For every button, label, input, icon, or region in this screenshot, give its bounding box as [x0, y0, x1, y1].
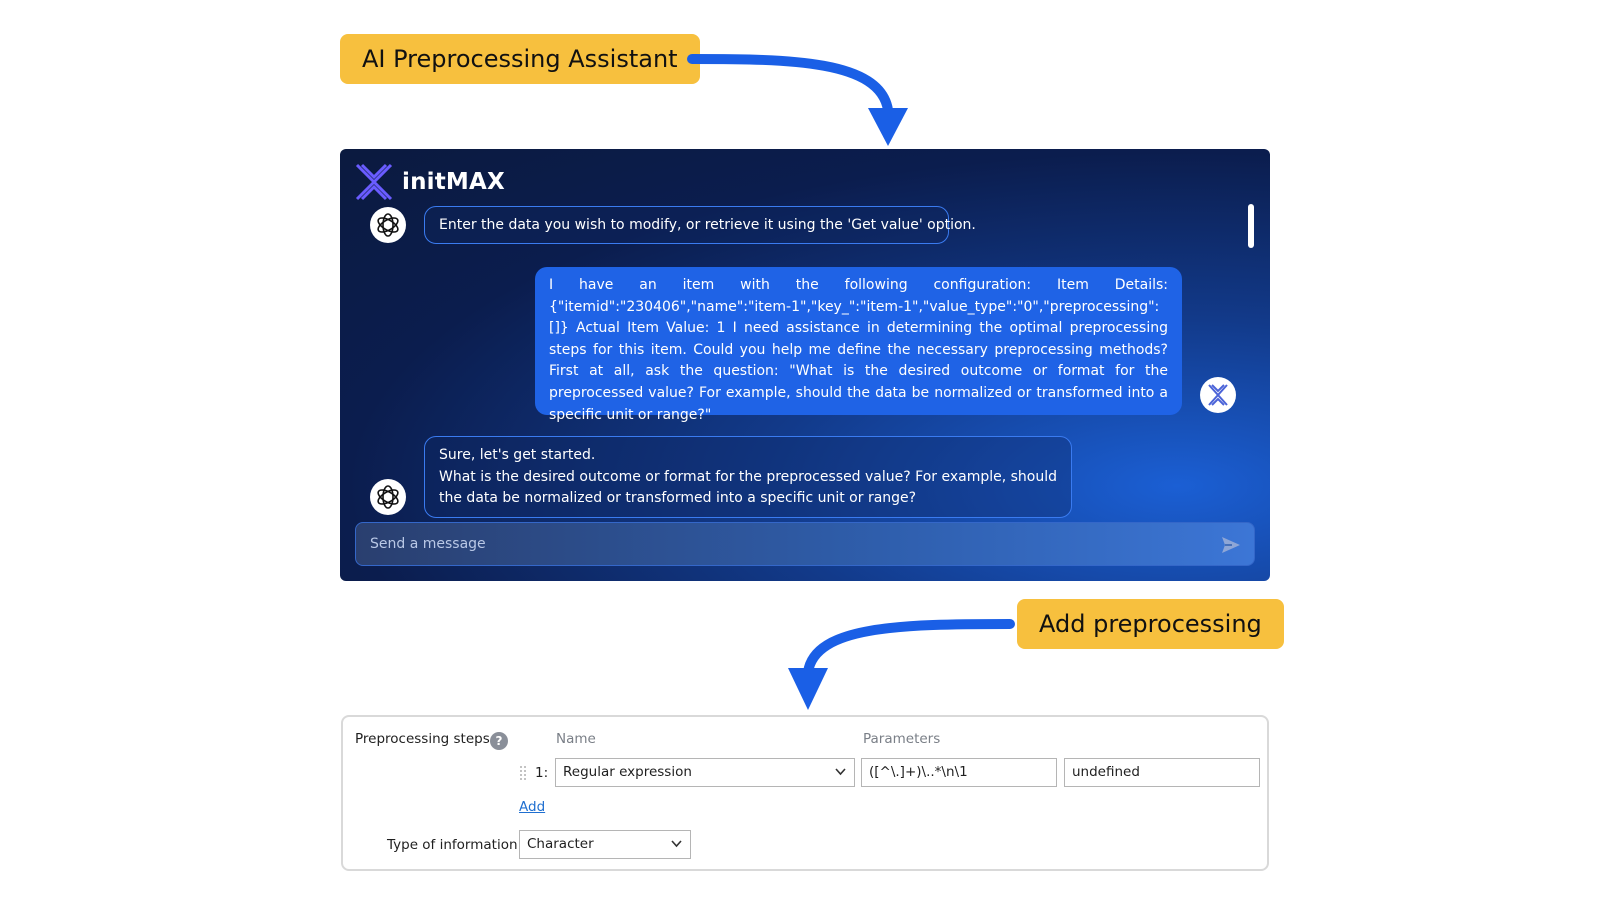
step-parameter-2[interactable]: undefined — [1064, 758, 1260, 787]
arrow-bottom-head — [788, 668, 828, 710]
user-message: I have an item with the following config… — [535, 267, 1182, 423]
arrow-top — [687, 54, 893, 115]
chevron-down-icon — [835, 768, 846, 776]
preprocessing-steps-label: Preprocessing steps — [355, 731, 490, 747]
column-header-parameters: Parameters — [863, 731, 941, 747]
step-name-value: Regular expression — [563, 764, 692, 780]
step-parameter-2-value: undefined — [1072, 764, 1140, 780]
type-of-information-select[interactable]: Character — [519, 830, 691, 859]
brand-name: initMAX — [402, 169, 505, 195]
chat-scrollbar[interactable] — [1248, 204, 1254, 248]
step-parameter-1-value: ([^\.]+)\..*\n\1 — [869, 764, 968, 780]
preprocessing-form: Preprocessing steps ? Name Parameters 1:… — [341, 715, 1269, 871]
type-of-information-label: Type of information — [387, 837, 518, 853]
step-parameter-1[interactable]: ([^\.]+)\..*\n\1 — [861, 758, 1057, 787]
assistant-message-line: Sure, let's get started. — [439, 447, 596, 463]
type-of-information-value: Character — [527, 836, 594, 852]
step-index: 1: — [535, 765, 549, 781]
drag-handle-icon[interactable] — [519, 765, 527, 783]
arrow-bottom — [803, 619, 1015, 677]
step-name-select[interactable]: Regular expression — [555, 758, 855, 787]
add-step-link[interactable]: Add — [519, 799, 545, 815]
openai-icon — [377, 485, 399, 509]
initmax-avatar-icon — [1208, 384, 1228, 406]
assistant-message-text: Enter the data you wish to modify, or re… — [439, 217, 976, 233]
assistant-message-line: What is the desired outcome or format fo… — [439, 468, 1058, 507]
user-avatar — [1200, 377, 1236, 413]
user-message-text: I have an item with the following config… — [549, 277, 1168, 423]
assistant-message: Sure, let's get started. What is the des… — [424, 436, 1072, 518]
message-input-bar — [355, 522, 1255, 566]
column-header-name: Name — [556, 731, 596, 747]
openai-icon — [377, 213, 399, 237]
chat-panel: initMAX Enter the data you wish to modif… — [340, 149, 1270, 581]
callout-add-preprocessing: Add preprocessing — [1017, 599, 1284, 649]
help-icon[interactable]: ? — [490, 732, 508, 750]
assistant-message: Enter the data you wish to modify, or re… — [424, 206, 976, 244]
chevron-down-icon — [671, 840, 682, 848]
initmax-logo-icon — [355, 163, 393, 201]
assistant-avatar — [370, 479, 406, 515]
send-icon[interactable] — [1220, 534, 1242, 556]
arrow-top-head — [868, 108, 908, 146]
brand: initMAX — [354, 163, 505, 201]
callout-ai-assistant: AI Preprocessing Assistant — [340, 34, 700, 84]
assistant-avatar — [370, 207, 406, 243]
message-input[interactable] — [356, 523, 1224, 565]
